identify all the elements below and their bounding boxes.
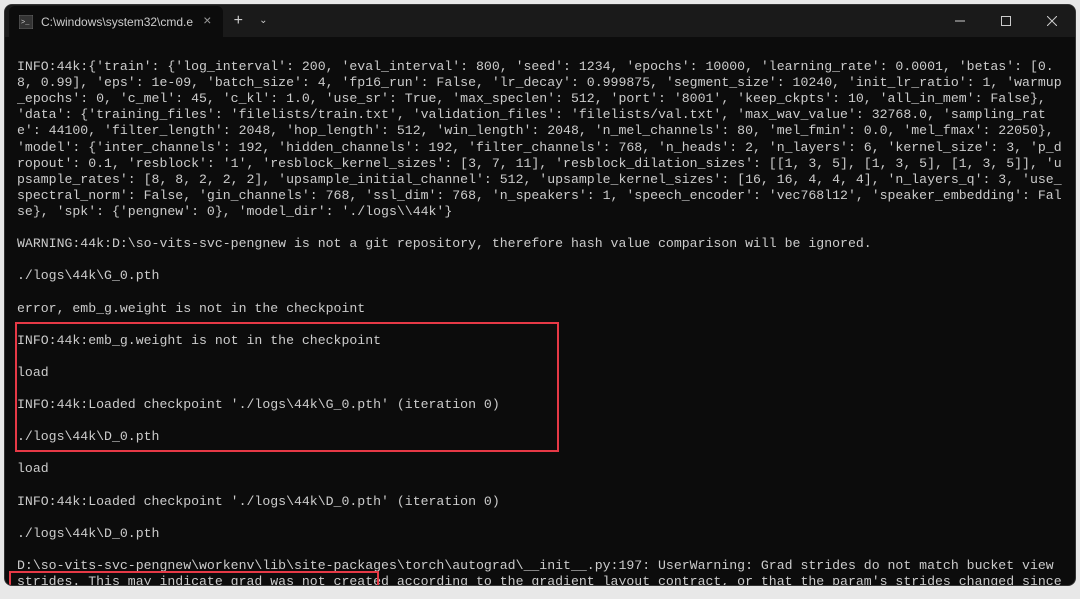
titlebar: >_ C:\windows\system32\cmd.e × + ⌄: [5, 5, 1075, 37]
tab-close-button[interactable]: ×: [201, 14, 213, 30]
log-line: WARNING:44k:D:\so-vits-svc-pengnew is no…: [17, 236, 1063, 252]
tab-dropdown-button[interactable]: ⌄: [253, 15, 273, 27]
log-line: INFO:44k:emb_g.weight is not in the chec…: [17, 333, 1063, 349]
log-line: ./logs\44k\D_0.pth: [17, 526, 1063, 542]
close-button[interactable]: [1029, 5, 1075, 37]
cmd-icon: >_: [19, 15, 33, 29]
log-line: error, emb_g.weight is not in the checkp…: [17, 301, 1063, 317]
log-line: INFO:44k:Loaded checkpoint './logs\44k\G…: [17, 397, 1063, 413]
log-line: ./logs\44k\G_0.pth: [17, 268, 1063, 284]
log-line: INFO:44k:Loaded checkpoint './logs\44k\D…: [17, 494, 1063, 510]
log-line: INFO:44k:{'train': {'log_interval': 200,…: [17, 59, 1063, 220]
window-controls: [937, 5, 1075, 37]
terminal-output[interactable]: INFO:44k:{'train': {'log_interval': 200,…: [5, 37, 1075, 585]
svg-text:>_: >_: [21, 19, 30, 27]
minimize-button[interactable]: [937, 5, 983, 37]
new-tab-button[interactable]: +: [223, 12, 253, 30]
tab-title: C:\windows\system32\cmd.e: [41, 15, 193, 29]
titlebar-left: >_ C:\windows\system32\cmd.e × + ⌄: [5, 5, 273, 37]
terminal-window: >_ C:\windows\system32\cmd.e × + ⌄ INFO:…: [4, 4, 1076, 586]
log-line: ./logs\44k\D_0.pth: [17, 429, 1063, 445]
log-line: load: [17, 461, 1063, 477]
log-line: load: [17, 365, 1063, 381]
tab-cmd[interactable]: >_ C:\windows\system32\cmd.e ×: [9, 6, 223, 38]
maximize-button[interactable]: [983, 5, 1029, 37]
log-line: D:\so-vits-svc-pengnew\workenv\lib\site-…: [17, 558, 1063, 585]
